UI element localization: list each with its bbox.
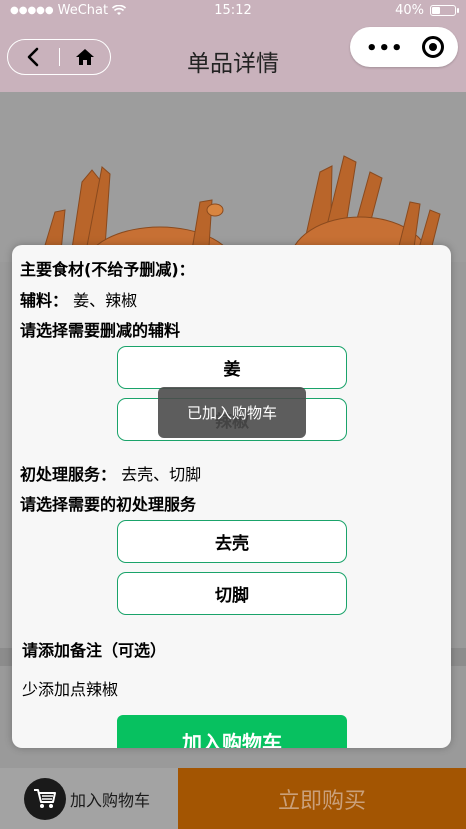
more-icon[interactable]: ••• (366, 38, 404, 59)
cart-icon-circle (24, 777, 66, 820)
product-image (0, 92, 466, 262)
choose-service-label: 请选择需要的初处理服务 (20, 495, 197, 514)
auxiliary-row: 辅料： 姜、辣椒 (20, 287, 137, 311)
service-label: 初处理服务： (20, 465, 117, 484)
nav-bar: 单品详情 ••• (0, 24, 466, 92)
cart-button[interactable]: 加入购物车 (0, 768, 178, 829)
battery-percent: 40% (395, 3, 424, 18)
cart-icon (34, 788, 56, 808)
choose-remove-label: 请选择需要删减的辅料 (20, 321, 181, 340)
crab-illustration (39, 155, 441, 262)
auxiliary-label: 辅料： (20, 291, 69, 310)
remark-input[interactable]: 少添加点辣椒 (22, 676, 118, 700)
service-option-legs[interactable]: 切脚 (117, 572, 347, 615)
aux-option-ginger[interactable]: 姜 (117, 346, 347, 389)
remark-label: 请添加备注（可选） (22, 641, 167, 660)
service-option-shell[interactable]: 去壳 (117, 520, 347, 563)
battery-icon (430, 5, 459, 16)
auxiliary-value: 姜、辣椒 (73, 291, 138, 310)
miniprogram-capsule: ••• (350, 27, 458, 67)
service-row: 初处理服务： 去壳、切脚 (20, 461, 201, 485)
toast-message: 已加入购物车 (158, 387, 306, 438)
add-to-cart-button[interactable]: 加入购物车 (117, 715, 347, 748)
buy-now-button[interactable]: 立即购买 (178, 768, 466, 829)
cart-label: 加入购物车 (70, 790, 151, 810)
bottom-bar: 加入购物车 立即购买 (0, 768, 466, 829)
close-miniprogram-icon[interactable] (422, 36, 444, 58)
battery-fill (432, 7, 441, 14)
options-modal: 主要食材(不给予删减)： 辅料： 姜、辣椒 请选择需要删减的辅料 姜 辣椒 初处… (12, 245, 451, 748)
main-ingredients-label: 主要食材(不给予删减)： (20, 260, 195, 279)
status-bar: ●●●●● WeChat 15:12 40% (0, 0, 466, 24)
service-value: 去壳、切脚 (121, 465, 202, 484)
